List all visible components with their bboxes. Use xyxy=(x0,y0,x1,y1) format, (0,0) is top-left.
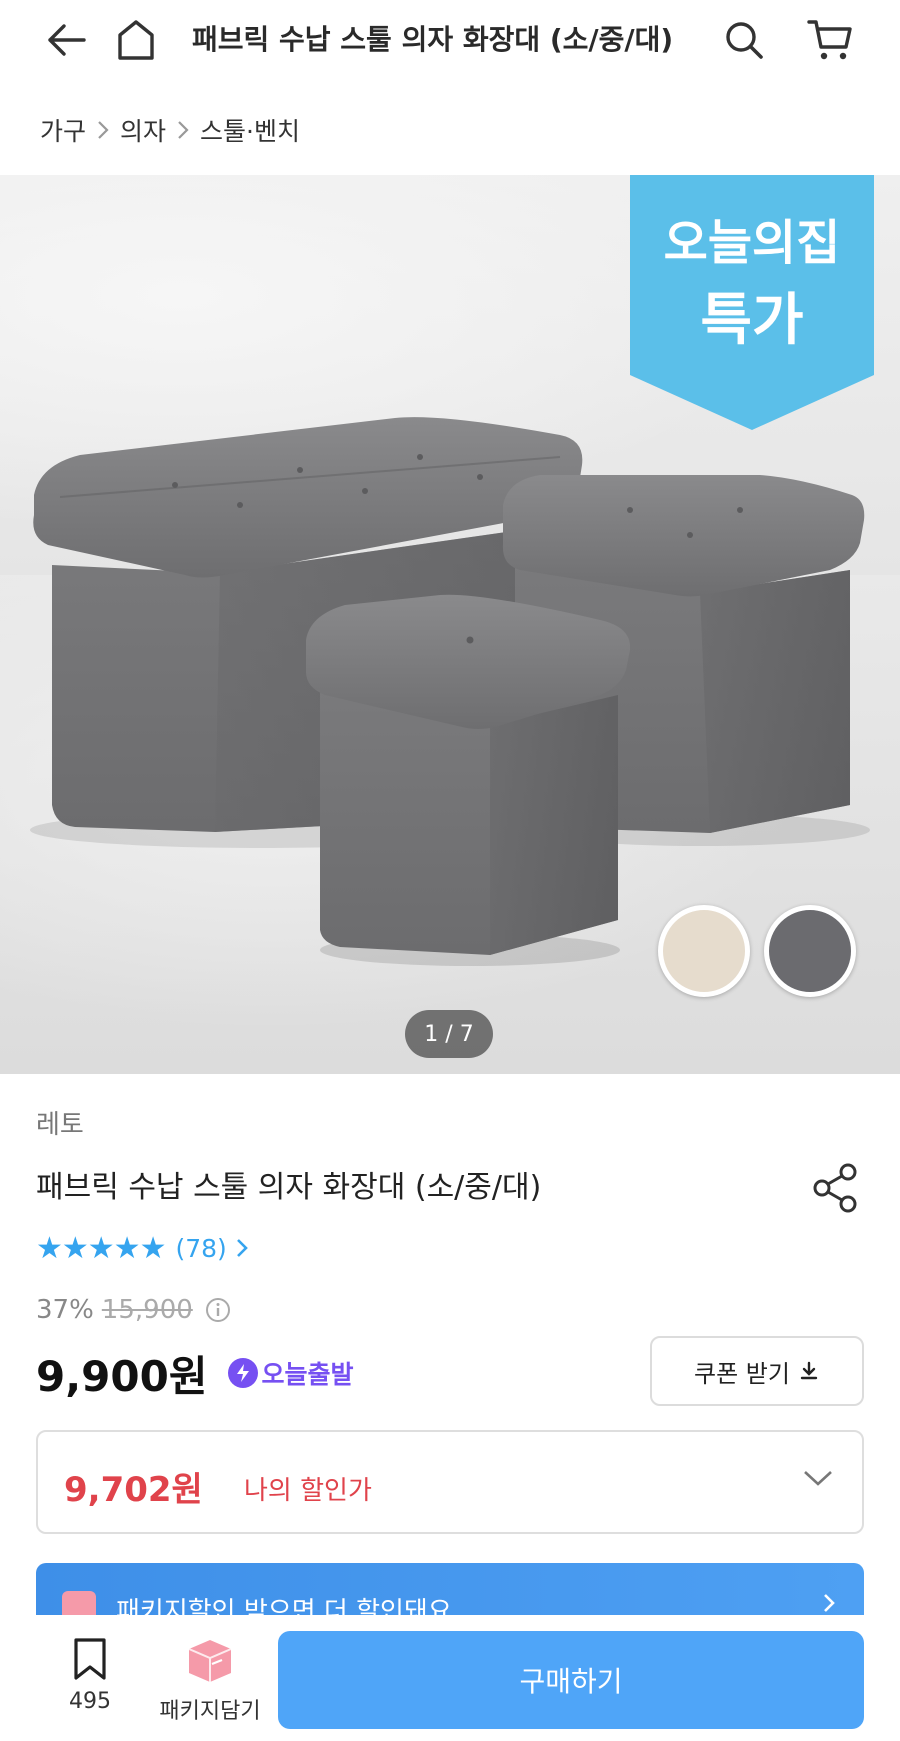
rating-row[interactable]: ★★★★★ (78) xyxy=(36,1228,249,1268)
share-icon xyxy=(813,1163,857,1213)
bookmark-count: 495 xyxy=(69,1689,111,1714)
breadcrumb-item-stool-bench[interactable]: 스툴·벤치 xyxy=(200,112,300,148)
review-count: (78) xyxy=(175,1233,227,1263)
breadcrumb-item-chair[interactable]: 의자 xyxy=(120,112,166,148)
cart-button[interactable] xyxy=(802,12,858,68)
package-add-button[interactable]: 패키지담기 xyxy=(150,1637,270,1725)
original-price: 15,900 xyxy=(101,1295,193,1325)
top-bar: 패브릭 수납 스툴 의자 화장대 (소/중/대) xyxy=(0,0,900,78)
breadcrumb-item-furniture[interactable]: 가구 xyxy=(40,112,86,148)
promo-line-2: 특가 xyxy=(700,288,804,353)
lightning-icon xyxy=(227,1358,258,1388)
back-button[interactable] xyxy=(38,12,94,68)
brand-name[interactable]: 레토 xyxy=(36,1104,84,1141)
chevron-right-icon xyxy=(235,1236,249,1260)
today-delivery-label: 오늘출발 xyxy=(261,1360,354,1389)
product-image-carousel[interactable]: 오늘의집 특가 1 / 7 xyxy=(0,175,900,1074)
today-delivery-badge: 오늘출발 xyxy=(227,1355,354,1391)
share-button[interactable] xyxy=(808,1160,864,1216)
download-icon xyxy=(798,1360,820,1382)
color-swatch-gray[interactable] xyxy=(764,905,856,997)
coupon-button[interactable]: 쿠폰 받기 xyxy=(650,1336,864,1406)
coupon-button-label: 쿠폰 받기 xyxy=(694,1359,790,1388)
my-discount-label: 나의 할인가 xyxy=(244,1476,372,1506)
package-discount-banner[interactable]: 패키지할인 받으면 더 할인돼요 xyxy=(36,1563,864,1623)
chevron-right-icon xyxy=(176,118,190,142)
search-icon xyxy=(726,22,763,59)
price-row: 9,900원 오늘출발 xyxy=(36,1345,354,1401)
buy-button[interactable]: 구매하기 xyxy=(278,1631,864,1729)
bookmark-button[interactable]: 495 xyxy=(56,1637,124,1714)
chevron-down-icon xyxy=(802,1468,834,1492)
breadcrumb: 가구 의자 스툴·벤치 xyxy=(40,106,300,154)
rating-stars: ★★★★★ xyxy=(36,1230,166,1266)
home-button[interactable] xyxy=(108,12,164,68)
color-swatch-beige[interactable] xyxy=(658,905,750,997)
discount-rate: 37% xyxy=(36,1295,94,1325)
bookmark-icon xyxy=(74,1638,106,1680)
cart-icon xyxy=(807,20,852,60)
sale-price: 9,900원 xyxy=(36,1351,208,1401)
page-title: 패브릭 수납 스툴 의자 화장대 (소/중/대) xyxy=(192,23,674,56)
promo-line-1: 오늘의집 xyxy=(663,215,841,271)
package-box-icon xyxy=(188,1640,232,1682)
image-counter: 1 / 7 xyxy=(405,1010,493,1058)
info-icon[interactable] xyxy=(205,1297,231,1323)
discount-row: 37% 15,900 xyxy=(36,1292,231,1328)
bottom-action-bar: 495 패키지담기 구매하기 xyxy=(0,1615,900,1741)
chevron-right-icon xyxy=(96,118,110,142)
my-discount-price-box[interactable]: 9,702원 나의 할인가 xyxy=(36,1430,864,1534)
search-button[interactable] xyxy=(716,12,772,68)
product-name: 패브릭 수납 스툴 의자 화장대 (소/중/대) xyxy=(36,1170,542,1205)
arrow-left-icon xyxy=(48,24,86,56)
promo-ribbon: 오늘의집 특가 xyxy=(630,175,874,430)
home-icon xyxy=(118,20,154,60)
my-discount-price: 9,702원 xyxy=(64,1470,203,1510)
package-add-label: 패키지담기 xyxy=(159,1699,261,1724)
